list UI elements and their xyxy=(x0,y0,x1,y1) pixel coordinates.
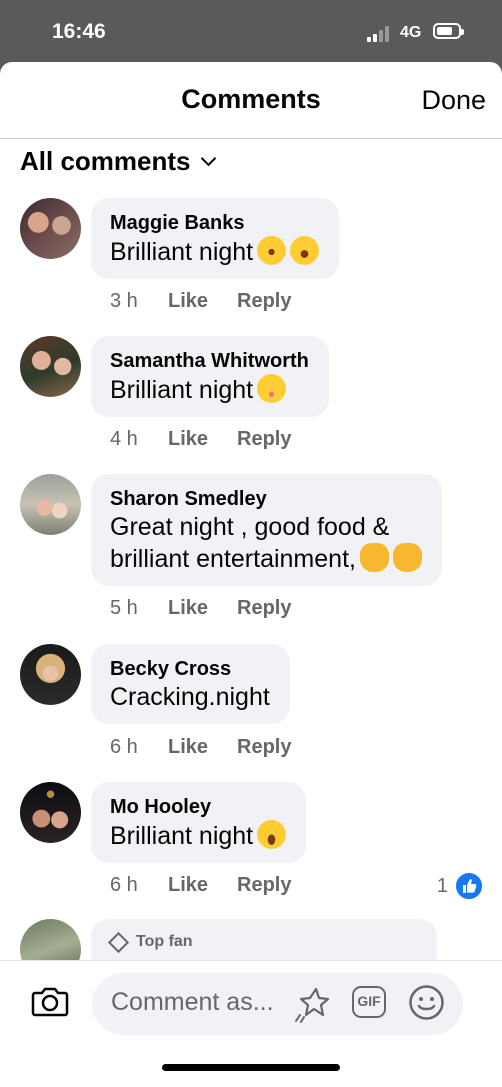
comment-time: 3 h xyxy=(110,290,138,312)
reaction-summary[interactable]: 1 xyxy=(437,871,484,901)
like-button[interactable]: Like xyxy=(168,736,237,759)
like-button[interactable]: Like xyxy=(168,874,237,897)
status-time: 16:46 xyxy=(52,20,106,43)
top-fan-label: Top fan xyxy=(136,933,193,950)
filter-label: All comments xyxy=(20,146,191,176)
comment-time: 6 h xyxy=(110,736,138,758)
comment-text: Brilliant night xyxy=(110,236,320,268)
comment-author[interactable]: Samantha Whitworth xyxy=(110,348,309,374)
reply-button[interactable]: Reply xyxy=(237,428,291,450)
comment-input[interactable]: Comment as... GIF xyxy=(92,973,463,1035)
comment-text: Brilliant night xyxy=(110,820,287,852)
comment-bubble[interactable]: Mo Hooley Brilliant night xyxy=(91,782,307,863)
comment-meta: 4 h Like Reply xyxy=(110,428,291,451)
comment-text: Brilliant night xyxy=(110,374,309,406)
comment-meta: 5 h Like Reply xyxy=(110,597,291,620)
clapping-hands-icon xyxy=(392,543,422,572)
reply-button[interactable]: Reply xyxy=(237,736,291,758)
status-bar: 16:46 4G xyxy=(0,0,502,62)
comment-text: brilliant entertainment, xyxy=(110,543,422,575)
signal-icon xyxy=(367,26,393,42)
home-indicator xyxy=(162,1064,340,1071)
emoji-icon[interactable] xyxy=(408,984,445,1021)
reaction-count: 1 xyxy=(436,874,448,897)
comment-time: 5 h xyxy=(110,597,138,619)
comment-bubble[interactable]: Samantha Whitworth Brilliant night xyxy=(91,336,329,417)
comment-meta: 6 h Like Reply xyxy=(110,874,291,897)
reply-button[interactable]: Reply xyxy=(237,290,291,312)
comment-author[interactable]: Becky Cross xyxy=(110,656,270,682)
comment-text: Cracking.night xyxy=(110,683,270,711)
comment-time: 6 h xyxy=(110,874,138,896)
comment-composer: Comment as... GIF xyxy=(0,960,502,1087)
diamond-icon xyxy=(107,931,130,953)
comment-author[interactable]: Sharon Smedley xyxy=(110,486,422,512)
comment-author[interactable]: Mo Hooley xyxy=(110,794,286,820)
rolling-on-floor-laughing-icon xyxy=(257,236,287,265)
comment-meta: 3 h Like Reply xyxy=(110,290,291,313)
reply-button[interactable]: Reply xyxy=(237,874,291,896)
thumbs-up-icon xyxy=(454,871,484,901)
header: Comments Done xyxy=(0,62,502,139)
avatar[interactable] xyxy=(20,782,81,843)
like-button[interactable]: Like xyxy=(168,597,237,620)
like-button[interactable]: Like xyxy=(168,290,237,313)
smiling-face-icon xyxy=(257,374,287,403)
comment-input-placeholder: Comment as... xyxy=(111,988,274,1016)
comment-meta: 6 h Like Reply xyxy=(110,736,291,759)
tears-of-joy-icon xyxy=(290,236,320,265)
gif-button[interactable]: GIF xyxy=(352,986,386,1018)
comment-bubble[interactable]: Becky Cross Cracking.night xyxy=(91,644,290,724)
top-fan-badge: Top fan xyxy=(107,931,193,953)
avatar[interactable] xyxy=(20,198,81,259)
comment-bubble[interactable]: Maggie Banks Brilliant night xyxy=(91,198,340,279)
like-button[interactable]: Like xyxy=(168,428,237,451)
avatar[interactable] xyxy=(20,474,81,535)
grinning-face-icon xyxy=(257,820,287,849)
comment-text: Great night , good food & xyxy=(110,513,390,541)
avatar[interactable] xyxy=(20,644,81,705)
comment-bubble[interactable]: Sharon Smedley Great night , good food &… xyxy=(91,474,442,586)
camera-icon[interactable] xyxy=(31,985,69,1017)
comment-author[interactable]: Maggie Banks xyxy=(110,210,319,236)
battery-icon xyxy=(433,23,464,39)
network-label: 4G xyxy=(400,24,422,41)
sticker-icon[interactable] xyxy=(294,985,334,1025)
comments-sheet: Comments Done All comments Maggie Banks … xyxy=(0,62,502,1087)
reply-button[interactable]: Reply xyxy=(237,597,291,619)
avatar[interactable] xyxy=(20,336,81,397)
done-button[interactable]: Done xyxy=(421,85,486,116)
comment-filter-dropdown[interactable]: All comments xyxy=(20,146,216,177)
chevron-down-icon xyxy=(200,150,216,167)
comment-time: 4 h xyxy=(110,428,138,450)
clapping-hands-icon xyxy=(359,543,389,572)
